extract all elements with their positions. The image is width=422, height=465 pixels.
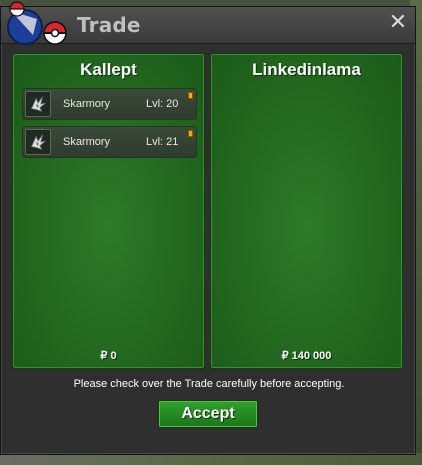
trade-window: Trade ✕ Kallept Skarmory Lvl: 20 Skarmor… xyxy=(0,1,416,455)
close-button[interactable]: ✕ xyxy=(387,12,409,34)
item-flag-icon xyxy=(188,130,193,137)
skarmory-sprite-icon xyxy=(25,91,51,117)
trade-notice: Please check over the Trade carefully be… xyxy=(73,378,345,390)
player-name-self: Kallept xyxy=(80,60,137,79)
pokemon-level: Lvl: 21 xyxy=(146,136,179,148)
pokemon-name: Skarmory xyxy=(63,98,111,110)
skarmory-sprite-icon xyxy=(25,129,51,155)
trade-item[interactable]: Skarmory Lvl: 21 xyxy=(22,126,197,158)
trade-logo-icon xyxy=(7,1,67,45)
pokemon-level: Lvl: 20 xyxy=(146,98,179,110)
accept-button[interactable]: Accept xyxy=(158,400,258,428)
player-name-partner: Linkedinlama xyxy=(252,60,361,79)
pokemon-name: Skarmory xyxy=(63,136,111,148)
trade-item[interactable]: Skarmory Lvl: 20 xyxy=(22,88,197,120)
trade-panel-partner: Linkedinlama ₽ 140 000 xyxy=(210,53,403,369)
game-scene: Trade ✕ Kallept Skarmory Lvl: 20 Skarmor… xyxy=(0,0,422,465)
window-title: Trade xyxy=(77,13,141,37)
money-offer-self: ₽ 0 xyxy=(100,350,117,362)
item-flag-icon xyxy=(188,92,193,99)
money-offer-partner: ₽ 140 000 xyxy=(281,350,332,362)
trade-panel-self: Kallept Skarmory Lvl: 20 Skarmory Lvl: 2… xyxy=(12,53,205,369)
